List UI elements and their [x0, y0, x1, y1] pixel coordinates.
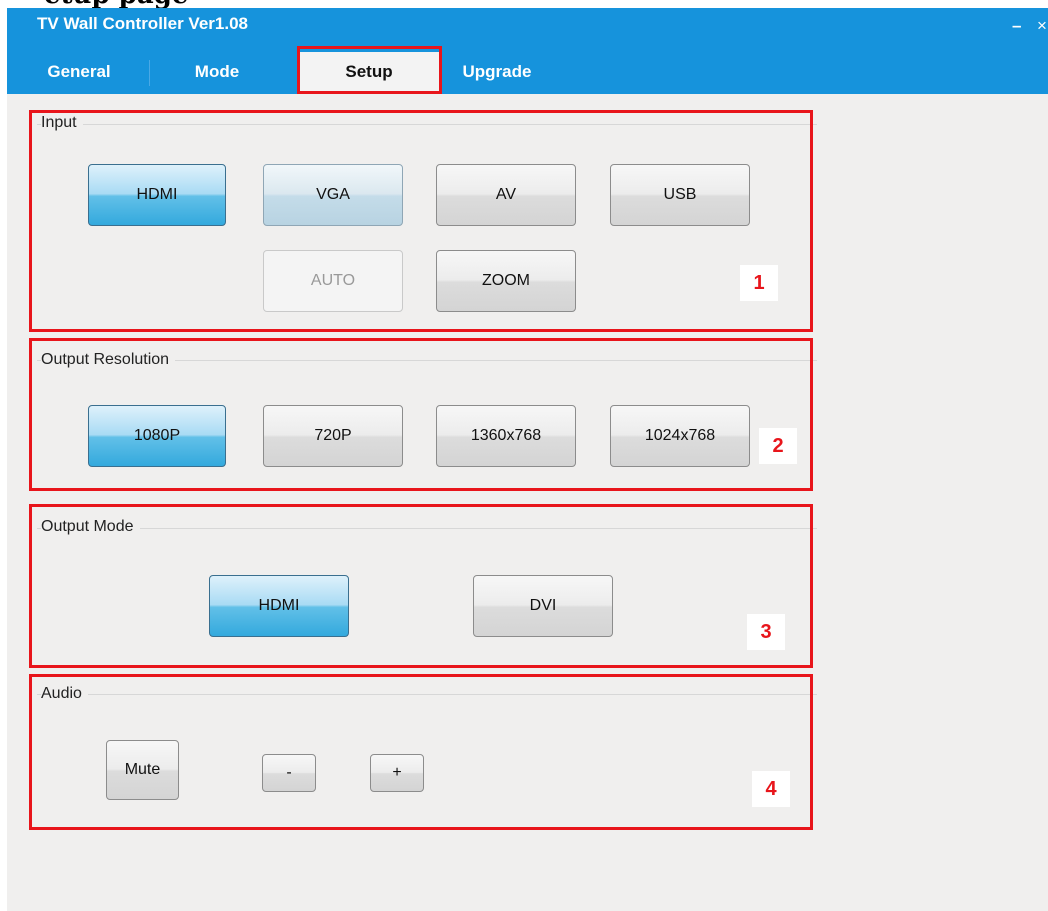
output-mode-section-highlight: [29, 504, 813, 668]
tab-upgrade[interactable]: Upgrade: [437, 52, 557, 94]
partial-heading: etup page: [44, 0, 188, 8]
tab-general[interactable]: General: [27, 52, 131, 94]
audio-section-highlight: [29, 674, 813, 830]
minimize-icon[interactable]: –: [1012, 16, 1021, 36]
close-icon[interactable]: ×: [1037, 16, 1047, 36]
tab-separator: [149, 60, 150, 86]
input-section-highlight: [29, 110, 813, 332]
app-title: TV Wall Controller Ver1.08: [37, 14, 248, 33]
titlebar: TV Wall Controller Ver1.08 – × General M…: [7, 8, 1048, 94]
partial-heading-strip: etup page: [0, 0, 1048, 8]
setup-tab-highlight: [297, 46, 442, 94]
output-resolution-section-highlight: [29, 338, 813, 491]
tab-mode[interactable]: Mode: [165, 52, 269, 94]
